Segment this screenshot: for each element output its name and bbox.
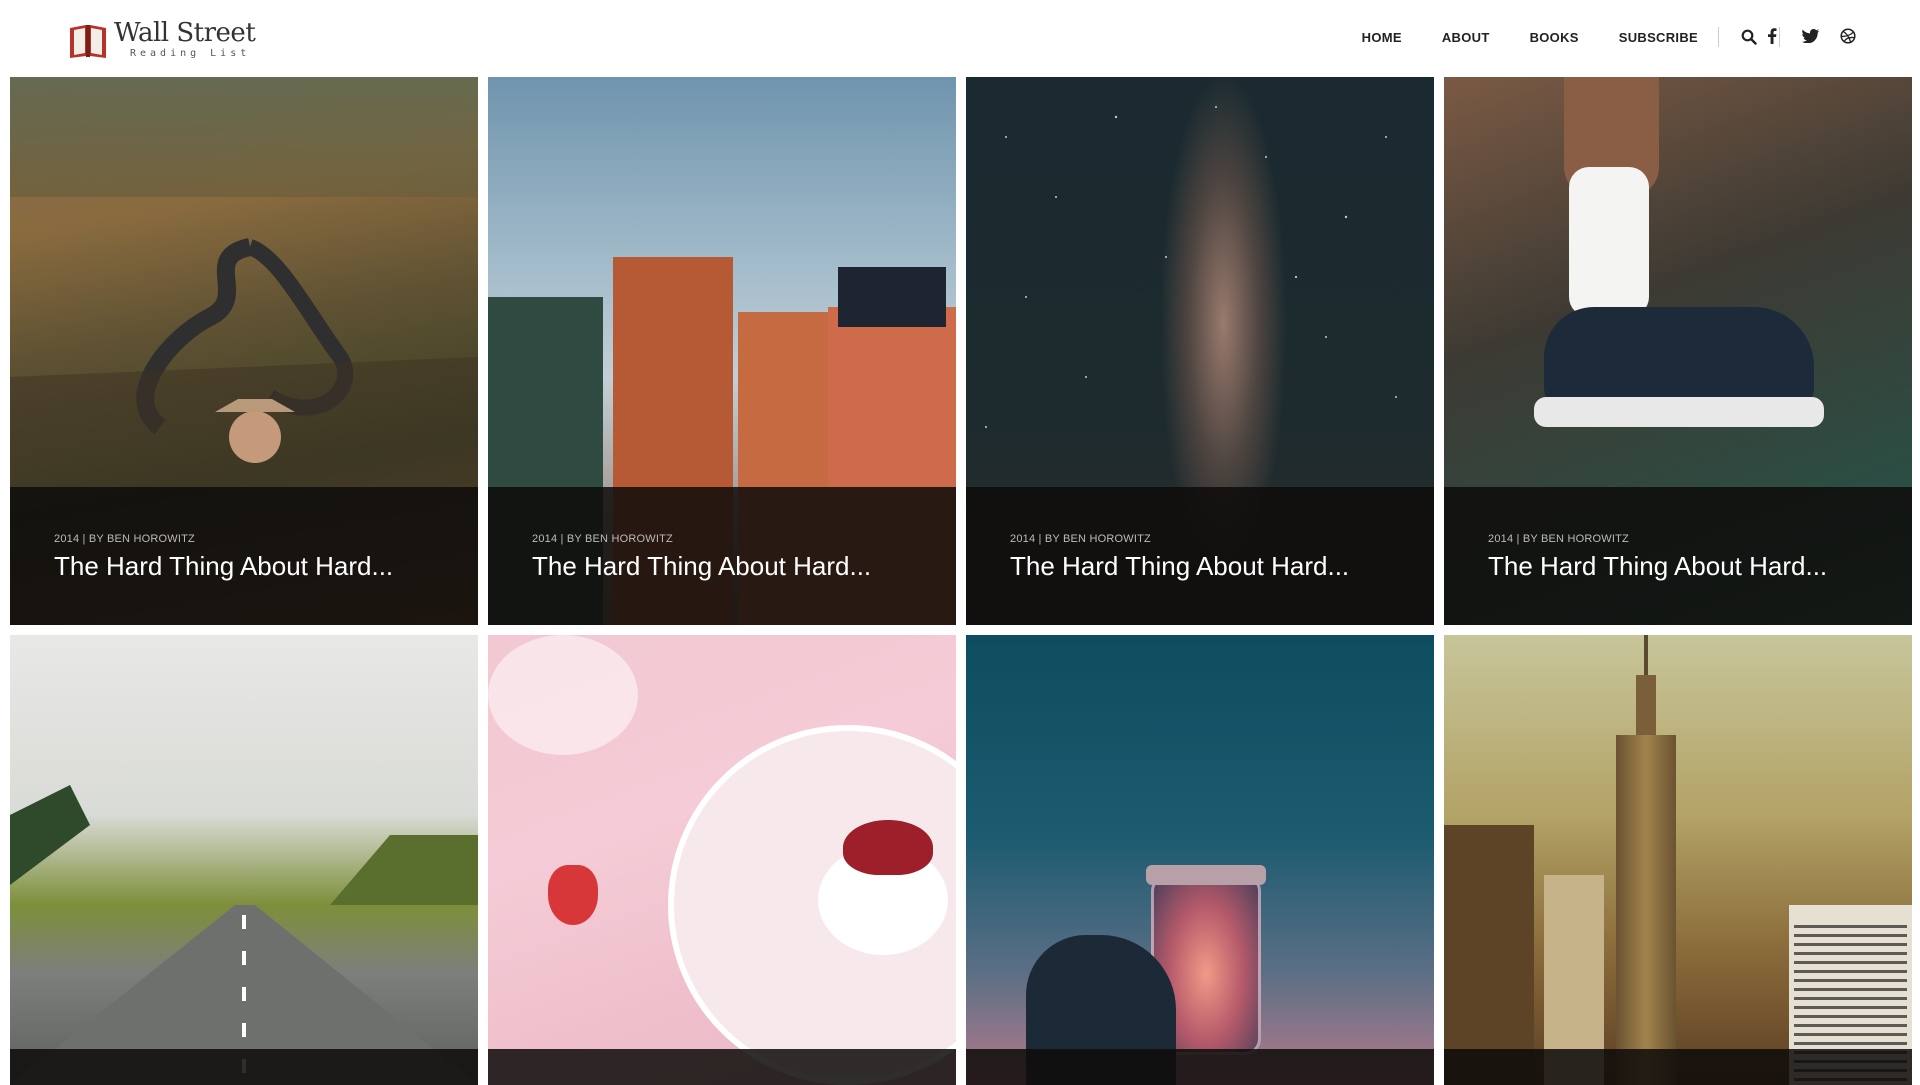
card-title[interactable]: The Hard Thing About Hard...	[532, 551, 922, 582]
brand-title: Wall Street	[114, 18, 256, 48]
card-image-highway	[10, 635, 478, 1085]
search-icon[interactable]	[1739, 27, 1759, 47]
facebook-icon[interactable]	[1762, 26, 1782, 46]
nav-divider	[1718, 27, 1719, 47]
site-header: Wall Street Reading List HOME ABOUT BOOK…	[0, 0, 1920, 77]
card-caption: 2014 | BY BEN HOROWITZ The Hard Thing Ab…	[10, 487, 478, 625]
card-meta: 2014 | BY BEN HOROWITZ	[54, 533, 195, 545]
card-title[interactable]: The Hard Thing About Hard...	[1010, 551, 1400, 582]
main-nav: HOME ABOUT BOOKS SUBSCRIBE	[1362, 25, 1780, 49]
book-card[interactable]: 2014 | BY BEN HOROWITZ The Hard Thing Ab…	[1444, 77, 1912, 625]
twitter-icon[interactable]	[1800, 26, 1820, 46]
card-caption: 2014 | BY BEN HOROWITZ The Hard Thing Ab…	[966, 487, 1434, 625]
card-image-jar-lights	[966, 635, 1434, 1085]
brand-subtitle: Reading List	[130, 48, 251, 59]
social-links	[1762, 26, 1858, 46]
nav-about[interactable]: ABOUT	[1442, 30, 1490, 45]
nav-subscribe[interactable]: SUBSCRIBE	[1619, 30, 1698, 45]
card-meta: 2014 | BY BEN HOROWITZ	[1010, 533, 1151, 545]
card-caption: 2014 | BY BEN HOROWITZ The Hard Thing Ab…	[488, 487, 956, 625]
book-card[interactable]: 2014 | BY BEN HOROWITZ The Hard Thing Ab…	[10, 77, 478, 625]
book-card[interactable]: 2014 | BY BEN HOROWITZ The Hard Thing Ab…	[966, 77, 1434, 625]
nav-home[interactable]: HOME	[1362, 30, 1402, 45]
card-title[interactable]: The Hard Thing About Hard...	[1488, 551, 1878, 582]
book-card[interactable]	[10, 635, 478, 1085]
card-meta: 2014 | BY BEN HOROWITZ	[1488, 533, 1629, 545]
book-card[interactable]	[1444, 635, 1912, 1085]
book-grid: 2014 | BY BEN HOROWITZ The Hard Thing Ab…	[10, 77, 1912, 1085]
brand-logo[interactable]: Wall Street Reading List	[68, 18, 256, 62]
book-card[interactable]	[488, 635, 956, 1085]
brand-text: Wall Street Reading List	[114, 18, 256, 60]
dribbble-icon[interactable]	[1838, 26, 1858, 46]
card-image-empire-state	[1444, 635, 1912, 1085]
card-title[interactable]: The Hard Thing About Hard...	[54, 551, 444, 582]
nav-books[interactable]: BOOKS	[1530, 30, 1579, 45]
card-image-dessert	[488, 635, 956, 1085]
book-icon	[70, 25, 106, 58]
card-meta: 2014 | BY BEN HOROWITZ	[532, 533, 673, 545]
book-card[interactable]	[966, 635, 1434, 1085]
book-card[interactable]: 2014 | BY BEN HOROWITZ The Hard Thing Ab…	[488, 77, 956, 625]
card-caption: 2014 | BY BEN HOROWITZ The Hard Thing Ab…	[1444, 487, 1912, 625]
